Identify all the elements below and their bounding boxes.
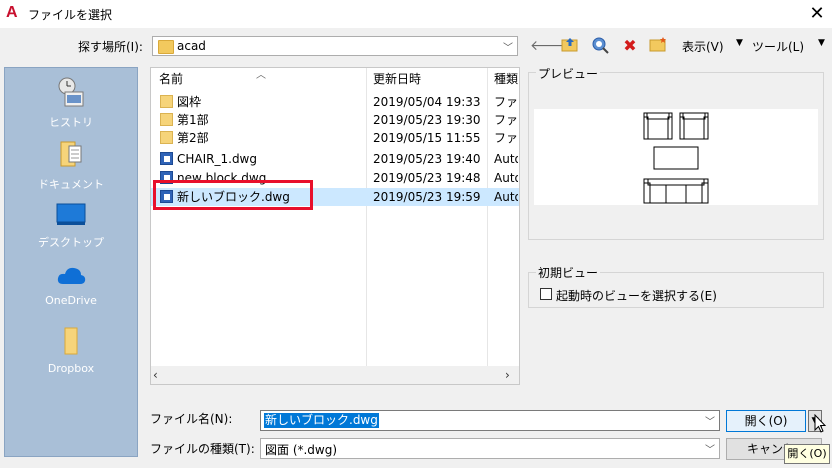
file-type: Auto xyxy=(494,152,518,166)
look-in-dropdown[interactable]: acad ﹀ xyxy=(152,36,518,56)
place-label: デスクトップ xyxy=(38,236,104,249)
desktop-icon xyxy=(56,203,86,225)
delete-icon[interactable]: ✖ xyxy=(620,36,640,56)
list-item[interactable]: 第2部 2019/05/15 11:55 ファイ xyxy=(151,129,519,147)
chevron-down-icon: ﹀ xyxy=(705,445,715,456)
back-arrow-icon[interactable]: 🡐 xyxy=(530,36,568,56)
place-desktop[interactable]: デスクトップ xyxy=(5,202,137,250)
places-bar: ヒストリ ドキュメント デスクトップ OneDrive Dropbox xyxy=(4,67,138,457)
column-header-name[interactable]: 名前 xyxy=(159,68,183,90)
folder-icon xyxy=(160,95,173,108)
folder-icon xyxy=(160,131,173,144)
mouse-cursor-icon xyxy=(814,414,827,433)
file-date: 2019/05/23 19:59 xyxy=(373,190,481,204)
chevron-down-icon: ﹀ xyxy=(503,43,513,54)
view-menu[interactable]: 表示(V) xyxy=(682,38,724,55)
folder-up-icon[interactable] xyxy=(560,36,580,56)
window-title: ファイルを選択 xyxy=(28,8,113,22)
horizontal-scrollbar[interactable]: ‹ › xyxy=(151,366,519,384)
place-label: ドキュメント xyxy=(38,178,104,191)
file-type: Auto xyxy=(494,171,518,185)
scroll-right-icon[interactable]: › xyxy=(505,368,510,382)
file-name: CHAIR_1.dwg xyxy=(177,152,257,166)
filename-label: ファイル名(N): xyxy=(150,412,233,426)
column-header-date[interactable]: 更新日時 xyxy=(373,68,421,90)
filetype-label: ファイルの種類(T): xyxy=(150,442,255,456)
preview-image xyxy=(534,109,818,205)
filename-value: 新しいブロック.dwg xyxy=(264,413,379,428)
initial-view-label: 初期ビュー xyxy=(536,264,601,281)
file-type: Auto xyxy=(494,190,518,204)
close-icon[interactable]: ✕ xyxy=(804,2,830,26)
file-type: ファイ xyxy=(494,95,518,109)
title-bar xyxy=(0,0,832,28)
column-header-type[interactable]: 種類 xyxy=(494,68,518,90)
place-dropbox[interactable]: Dropbox xyxy=(5,326,137,375)
list-item[interactable]: CHAIR_1.dwg 2019/05/23 19:40 Auto xyxy=(151,150,519,168)
folder-icon xyxy=(64,327,78,355)
chevron-down-icon[interactable]: ﹀ xyxy=(705,413,715,428)
look-in-value: acad xyxy=(177,39,206,53)
place-onedrive[interactable]: OneDrive xyxy=(5,264,137,307)
documents-icon xyxy=(60,141,82,167)
file-date: 2019/05/23 19:40 xyxy=(373,152,481,166)
list-item[interactable]: 図枠 2019/05/04 19:33 ファイ xyxy=(151,93,519,111)
view-menu-arrow-icon[interactable]: ▼ xyxy=(736,38,743,48)
file-list[interactable]: ︿ 名前 更新日時 種類 図枠 2019/05/04 19:33 ファイ 第1部… xyxy=(150,67,520,385)
filetype-value: 図面 (*.dwg) xyxy=(265,443,338,457)
file-date: 2019/05/23 19:48 xyxy=(373,171,481,185)
filetype-dropdown[interactable]: 図面 (*.dwg) ﹀ xyxy=(260,438,720,459)
file-date: 2019/05/15 11:55 xyxy=(373,131,481,145)
place-label: ヒストリ xyxy=(49,116,93,129)
preview-label: プレビュー xyxy=(536,65,601,82)
file-date: 2019/05/23 19:30 xyxy=(373,113,481,127)
file-date: 2019/05/04 19:33 xyxy=(373,95,481,109)
initial-view-checkbox[interactable] xyxy=(540,288,552,300)
history-icon xyxy=(58,77,84,107)
scroll-left-icon[interactable]: ‹ xyxy=(153,368,158,382)
cloud-icon xyxy=(57,267,86,284)
autocad-logo-icon: A xyxy=(6,4,18,21)
file-type: ファイ xyxy=(494,131,518,145)
place-documents[interactable]: ドキュメント xyxy=(5,138,137,192)
sort-ascending-icon: ︿ xyxy=(256,70,266,81)
list-item[interactable]: 第1部 2019/05/23 19:30 ファイ xyxy=(151,111,519,129)
highlight-box xyxy=(153,180,313,210)
folder-icon xyxy=(158,40,174,54)
place-label: Dropbox xyxy=(47,362,95,375)
dwg-file-icon xyxy=(160,152,173,165)
file-name: 第1部 xyxy=(177,113,209,127)
initial-view-checkbox-label[interactable]: 起動時のビューを選択する(E) xyxy=(556,287,717,304)
filename-input[interactable]: 新しいブロック.dwg ﹀ xyxy=(260,410,720,431)
file-type: ファイ xyxy=(494,113,518,127)
tools-menu-arrow-icon[interactable]: ▼ xyxy=(818,38,825,48)
open-tooltip: 開く(O) xyxy=(784,444,830,464)
place-label: OneDrive xyxy=(45,294,97,307)
place-history[interactable]: ヒストリ xyxy=(5,76,137,130)
look-in-label: 探す場所(I): xyxy=(78,40,143,54)
open-button[interactable]: 開く(O) xyxy=(726,410,806,432)
file-name: 図枠 xyxy=(177,95,202,109)
furniture-drawing-preview xyxy=(643,112,709,204)
tools-menu[interactable]: ツール(L) xyxy=(752,38,804,55)
folder-icon xyxy=(160,113,173,126)
file-name: 第2部 xyxy=(177,131,209,145)
search-web-icon[interactable] xyxy=(590,36,610,56)
new-folder-icon[interactable] xyxy=(648,36,668,56)
